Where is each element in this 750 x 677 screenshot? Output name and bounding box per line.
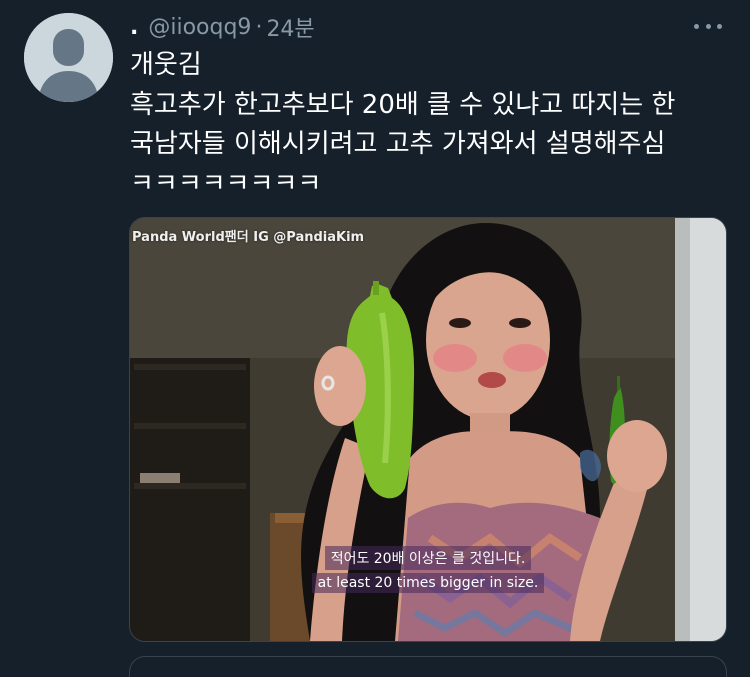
- tweet-timestamp[interactable]: 24분: [266, 11, 314, 43]
- more-options-button[interactable]: [694, 20, 722, 32]
- header-separator: ·: [255, 14, 263, 40]
- tweet-text-line: 국남자들 이해시키려고 고추 가져와서 설명해주심: [130, 129, 666, 159]
- default-avatar-icon: [24, 13, 113, 102]
- tweet-text: 개웃김 흑고추가 한고추보다 20배 클 수 있냐고 따지는 한 국남자들 이해…: [130, 46, 730, 204]
- next-card-edge: [129, 656, 727, 677]
- user-handle[interactable]: @iiooqq9: [148, 15, 251, 40]
- tweet-media[interactable]: Panda World팬더 IG @PandiaKim 적어도 20배 이상은 …: [129, 217, 727, 642]
- video-subtitles: 적어도 20배 이상은 클 것입니다. at least 20 times bi…: [130, 546, 726, 596]
- display-name[interactable]: .: [130, 15, 138, 40]
- more-horizontal-icon: [694, 23, 699, 29]
- tweet-header: . @iiooqq9 · 24분: [130, 11, 315, 43]
- subtitle-english: at least 20 times bigger in size.: [311, 573, 545, 593]
- video-watermark: Panda World팬더 IG @PandiaKim: [132, 230, 365, 245]
- subtitle-korean: 적어도 20배 이상은 클 것입니다.: [324, 546, 532, 570]
- tweet-text-line: 흑고추가 한고추보다 20배 클 수 있냐고 따지는 한: [130, 89, 676, 120]
- tweet-text-line: ㅋㅋㅋㅋㅋㅋㅋㅋ: [130, 168, 322, 199]
- avatar[interactable]: [24, 13, 113, 102]
- tweet-text-line: 개웃김: [130, 50, 202, 80]
